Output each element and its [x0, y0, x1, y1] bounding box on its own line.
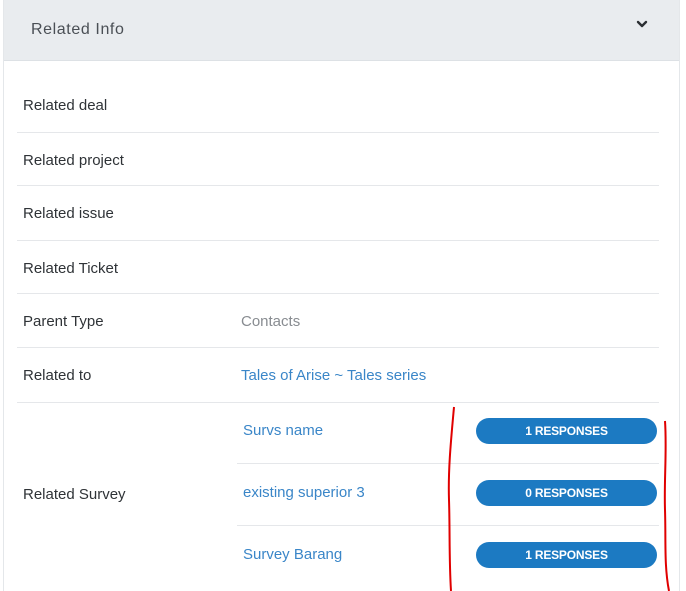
related-to-label: Related to [23, 367, 92, 384]
related-issue-label: Related issue [23, 205, 114, 222]
survey-name-link[interactable]: Survey Barang [243, 546, 342, 563]
related-deal-label: Related deal [23, 97, 108, 114]
survey-list-item: Survey Barang 1 RESPONSES [237, 526, 659, 587]
survey-name-link[interactable]: Survs name [243, 422, 323, 439]
related-info-panel: Related Info Related deal Related projec… [3, 0, 680, 591]
parent-type-row: Parent Type Contacts [17, 294, 659, 348]
parent-type-value: Contacts [241, 313, 301, 330]
panel-title: Related Info [31, 21, 125, 38]
survey-list-item: existing superior 3 0 RESPONSES [237, 464, 659, 526]
related-issue-row: Related issue [17, 186, 659, 241]
related-ticket-label: Related Ticket [23, 260, 119, 277]
related-ticket-row: Related Ticket [17, 241, 659, 294]
related-deal-row: Related deal [17, 80, 659, 133]
related-project-label: Related project [23, 152, 124, 169]
panel-header[interactable]: Related Info [4, 0, 679, 61]
related-to-row: Related to Tales of Arise ~ Tales series [17, 348, 659, 403]
responses-badge[interactable]: 1 RESPONSES [476, 542, 657, 568]
related-survey-label: Related Survey [23, 486, 126, 503]
chevron-down-icon[interactable] [635, 19, 649, 31]
responses-badge[interactable]: 1 RESPONSES [476, 418, 657, 444]
related-project-row: Related project [17, 133, 659, 186]
responses-badge[interactable]: 0 RESPONSES [476, 480, 657, 506]
parent-type-label: Parent Type [23, 313, 104, 330]
survey-list-item: Survs name 1 RESPONSES [237, 402, 659, 464]
survey-name-link[interactable]: existing superior 3 [243, 484, 365, 501]
related-to-link[interactable]: Tales of Arise ~ Tales series [241, 367, 426, 384]
